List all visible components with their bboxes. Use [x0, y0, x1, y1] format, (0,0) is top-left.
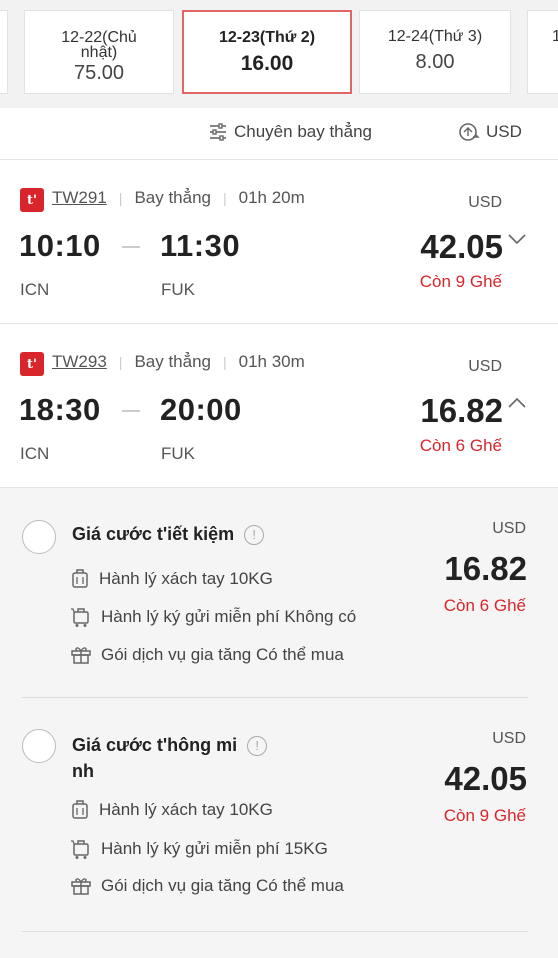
date-card-12-23[interactable]: 12-23(Thứ 2) 16.00 [182, 10, 352, 94]
date-label: 12-23(Thứ 2) [218, 29, 316, 46]
arrive-time: 11:30 [160, 228, 241, 263]
currency-selector[interactable]: USD [458, 122, 522, 142]
date-label: 1 [552, 28, 558, 45]
flight-meta: TW291 | Bay thẳng | 01h 20m [52, 188, 305, 208]
date-selector: 12-22(Chủ nhật) 75.00 12-23(Thứ 2) 16.00 … [0, 0, 558, 108]
perk-addon: Gói dịch vụ gia tăng Có thể mua [70, 876, 344, 896]
checked-luggage-icon [71, 840, 89, 859]
date-card-next[interactable]: 1 [527, 10, 558, 94]
flight-card-tw291[interactable]: t' TW291 | Bay thẳng | 01h 20m 10:10 11:… [0, 160, 558, 324]
separator: | [118, 354, 123, 370]
fare-currency: USD [492, 520, 526, 537]
date-card-12-24[interactable]: 12-24(Thứ 3) 8.00 [359, 10, 511, 94]
flight-duration: 01h 20m [238, 188, 305, 207]
chevron-up-icon[interactable] [507, 396, 527, 410]
airline-logo: t' [20, 352, 44, 376]
fare-seats-left: Còn 6 Ghế [443, 596, 526, 615]
perk-checked-bag: Hành lý ký gửi miễn phí 15KG [70, 838, 328, 860]
fare-title-text: Giá cước t'hông mi [72, 735, 238, 755]
fare-option-saver[interactable]: Giá cước t'iết kiệm! USD 16.82 Còn 6 Ghế… [0, 488, 558, 698]
perk-carry-on: Hành lý xách tay 10KG [70, 799, 273, 821]
perk-text: Hành lý ký gửi miễn phí 15KG [101, 839, 328, 858]
chevron-down-icon[interactable] [507, 232, 527, 246]
currency-label: USD [486, 122, 522, 141]
fare-currency: USD [492, 730, 526, 747]
depart-airport: ICN [20, 444, 50, 463]
fare-title-text-line2: nh [72, 761, 94, 781]
fare-title: Giá cước t'hông mi! nh [72, 732, 302, 784]
date-card-12-22[interactable]: 12-22(Chủ nhật) 75.00 [24, 10, 174, 94]
carry-on-bag-icon [72, 569, 88, 588]
arrive-airport: FUK [161, 444, 195, 463]
perk-carry-on: Hành lý xách tay 10KG [70, 568, 273, 590]
price-currency: USD [468, 358, 502, 375]
date-card-prev[interactable] [0, 10, 8, 94]
fare-price: 16.82 [444, 550, 527, 587]
separator: | [223, 190, 227, 206]
flight-meta: TW293 | Bay thẳng | 01h 30m [52, 352, 305, 372]
flight-price: 16.82 [420, 392, 503, 429]
airline-logo: t' [20, 188, 44, 212]
fare-divider [22, 931, 528, 932]
date-price: 8.00 [415, 51, 455, 73]
fare-price: 42.05 [444, 760, 527, 797]
flight-number[interactable]: TW293 [52, 352, 107, 372]
fare-radio[interactable] [22, 729, 56, 763]
flight-type: Bay thẳng [134, 188, 211, 207]
price-currency: USD [468, 194, 502, 211]
perk-addon: Gói dịch vụ gia tăng Có thể mua [70, 645, 344, 665]
fare-seats-left: Còn 9 Ghế [443, 806, 526, 825]
depart-time: 10:10 [19, 228, 101, 263]
perk-checked-bag: Hành lý ký gửi miễn phí Không có [70, 606, 356, 628]
checked-luggage-icon [71, 608, 89, 627]
fare-option-smart[interactable]: Giá cước t'hông mi! nh USD 42.05 Còn 9 G… [0, 698, 558, 932]
perk-text: Hành lý ký gửi miễn phí Không có [101, 607, 357, 626]
arrive-time: 20:00 [160, 392, 242, 427]
perk-text: Gói dịch vụ gia tăng Có thể mua [101, 876, 344, 895]
fare-options: Giá cước t'iết kiệm! USD 16.82 Còn 6 Ghế… [0, 488, 558, 958]
perk-text: Hành lý xách tay 10KG [99, 800, 273, 819]
fare-title: Giá cước t'iết kiệm! [72, 521, 302, 547]
date-price: 75.00 [73, 62, 125, 84]
direct-flight-filter[interactable]: Chuyên bay thẳng [208, 122, 372, 142]
date-label: 12-24(Thứ 3) [387, 28, 483, 45]
flight-price: 42.05 [420, 228, 503, 265]
gift-icon [71, 647, 91, 664]
filter-sliders-icon [210, 123, 226, 141]
arrive-airport: FUK [161, 280, 195, 299]
route-dash [122, 410, 140, 412]
fare-radio[interactable] [22, 520, 56, 554]
depart-airport: ICN [20, 280, 50, 299]
fare-title-text: Giá cước t'iết kiệm [72, 524, 235, 544]
seats-left: Còn 9 Ghế [419, 272, 502, 291]
flight-card-tw293[interactable]: t' TW293 | Bay thẳng | 01h 30m 18:30 20:… [0, 324, 558, 488]
perk-text: Gói dịch vụ gia tăng Có thể mua [101, 645, 344, 664]
separator: | [118, 190, 123, 206]
flight-type: Bay thẳng [134, 352, 211, 371]
flight-duration: 01h 30m [238, 352, 305, 371]
route-dash [122, 246, 140, 248]
gift-icon [71, 878, 91, 895]
info-icon[interactable]: ! [244, 525, 265, 545]
carry-on-bag-icon [72, 800, 88, 819]
direct-flight-label: Chuyên bay thẳng [234, 122, 372, 141]
flight-number[interactable]: TW291 [52, 188, 107, 208]
seats-left: Còn 6 Ghế [419, 436, 502, 455]
filter-bar: Chuyên bay thẳng USD [0, 108, 558, 160]
date-label: 12-22(Chủ nhật) [61, 29, 137, 61]
currency-exchange-icon [459, 123, 480, 141]
perk-text: Hành lý xách tay 10KG [99, 569, 273, 588]
date-price: 16.00 [240, 52, 294, 75]
info-icon[interactable]: ! [247, 736, 268, 756]
separator: | [223, 354, 227, 370]
depart-time: 18:30 [19, 392, 101, 427]
